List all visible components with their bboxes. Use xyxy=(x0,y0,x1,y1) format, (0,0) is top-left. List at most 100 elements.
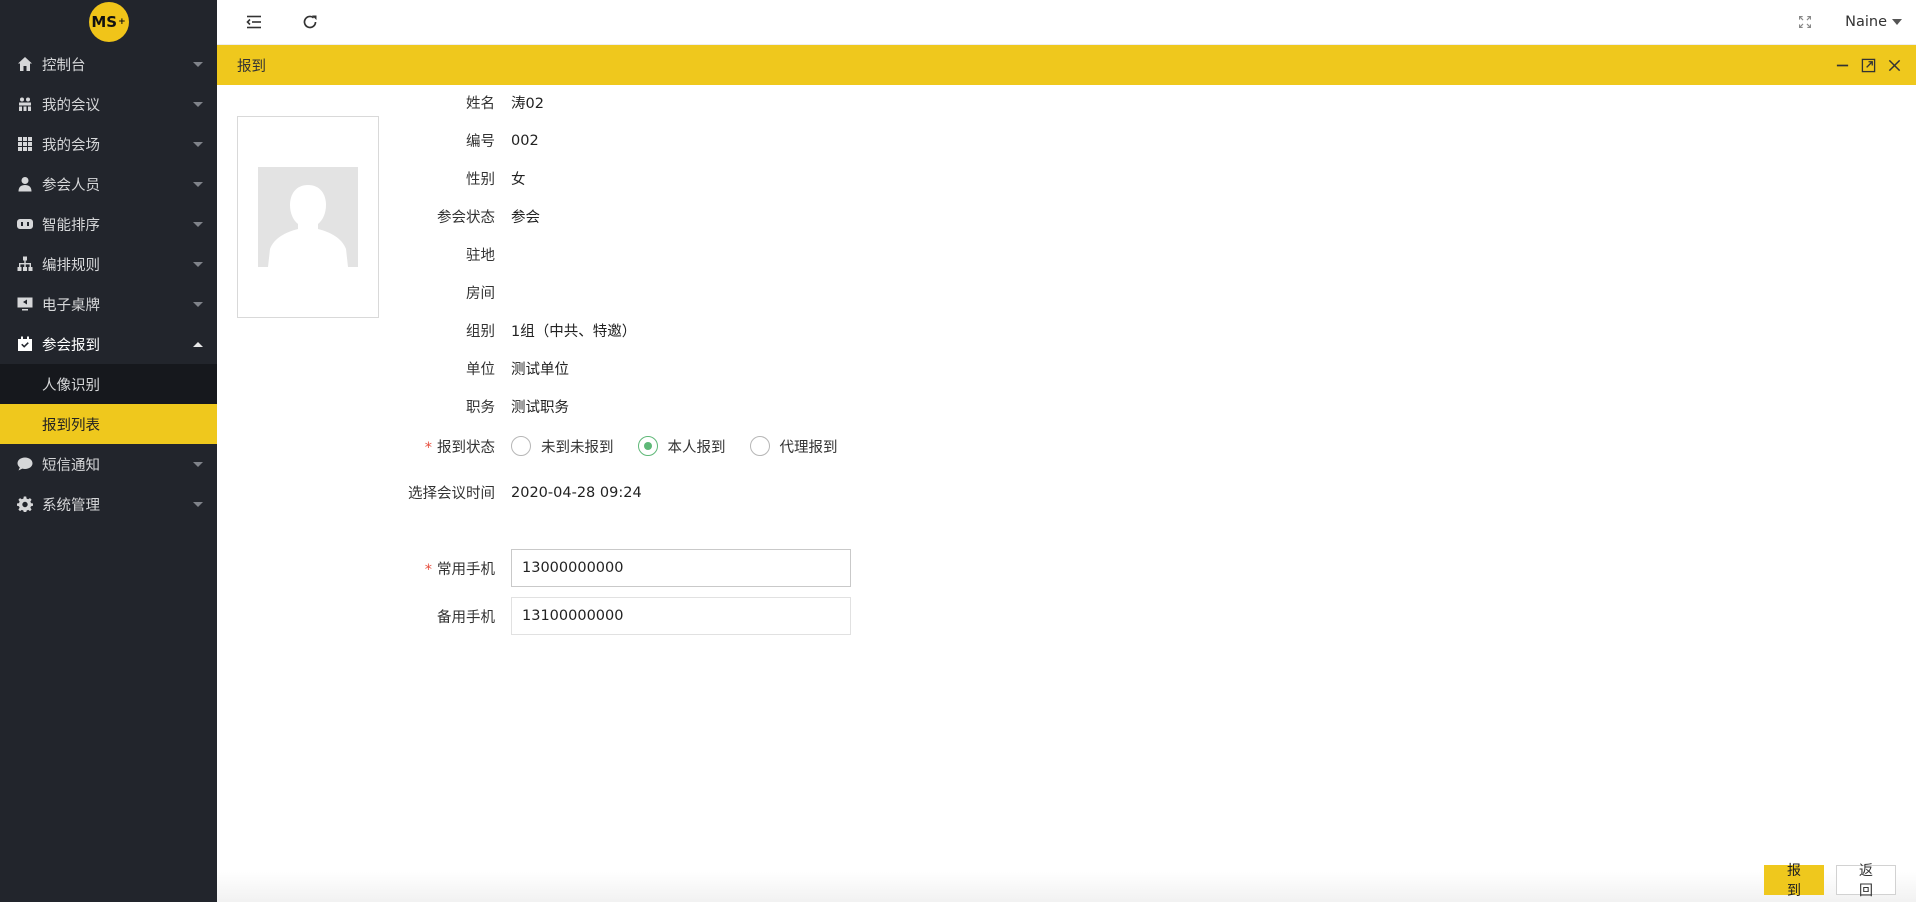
field-name: 姓名 涛02 xyxy=(217,92,1117,113)
field-label: 编号 xyxy=(466,134,495,150)
sidebar-item-system[interactable]: 系统管理 xyxy=(0,484,217,524)
chevron-down-icon xyxy=(193,501,203,507)
checkin-panel: 报到 姓名 涛02 编号 002 性别 女 参会状态 参会 驻地 房间 组别 1… xyxy=(217,45,1916,902)
robot-icon xyxy=(17,216,33,232)
field-duty: 职务 测试职务 xyxy=(217,396,1117,417)
chevron-down-icon xyxy=(193,101,203,107)
sidebar-menu: 控制台 我的会议 我的会场 参会人员 智能排序 编排规则 电子桌牌 参会报到 人… xyxy=(0,44,217,524)
field-label: 驻地 xyxy=(466,248,495,264)
top-bar: Naine xyxy=(217,0,1916,45)
refresh-icon xyxy=(303,15,317,29)
chevron-down-icon xyxy=(1892,19,1902,25)
field-label: 选择会议时间 xyxy=(408,486,495,502)
sidebar-item-sms[interactable]: 短信通知 xyxy=(0,444,217,484)
panel-header: 报到 xyxy=(217,45,1916,85)
phone-input[interactable] xyxy=(511,549,851,587)
field-value: 涛02 xyxy=(511,96,544,112)
panel-title: 报到 xyxy=(237,58,266,75)
field-value: 测试职务 xyxy=(511,400,569,416)
sidebar: MS + 控制台 我的会议 我的会场 参会人员 智能排序 编排规则 电子桌牌 参… xyxy=(0,0,217,902)
logo-area: MS + xyxy=(0,0,217,44)
fullscreen-button[interactable] xyxy=(1791,8,1819,36)
sidebar-item-checkin[interactable]: 参会报到 xyxy=(0,324,217,364)
sidebar-subitem-face-recognition[interactable]: 人像识别 xyxy=(0,364,217,404)
checkin-radio-group: 未到未报到 本人报到 代理报到 xyxy=(511,436,862,457)
required-mark: * xyxy=(424,561,432,578)
radio-circle xyxy=(637,436,658,456)
sidebar-item-e-nameplate[interactable]: 电子桌牌 xyxy=(0,284,217,324)
field-gender: 性别 女 xyxy=(217,168,1117,189)
sidebar-item-label: 参会报到 xyxy=(42,337,100,354)
sidebar-item-label: 编排规则 xyxy=(42,257,100,274)
radio-proxy-checkin[interactable]: 代理报到 xyxy=(749,436,838,457)
field-group: 组别 1组（中共、特邀） xyxy=(217,320,1117,341)
radio-self-checkin[interactable]: 本人报到 xyxy=(637,436,726,457)
fullscreen-icon xyxy=(1799,16,1812,28)
hierarchy-icon xyxy=(17,256,33,272)
field-label: 单位 xyxy=(466,362,495,378)
sidebar-item-label: 我的会议 xyxy=(42,97,100,114)
field-phone: * 常用手机 xyxy=(217,549,1117,587)
field-label: 职务 xyxy=(466,400,495,416)
field-value: 参会 xyxy=(511,210,540,226)
field-label: 组别 xyxy=(466,324,495,340)
sidebar-item-attendees[interactable]: 参会人员 xyxy=(0,164,217,204)
chevron-down-icon xyxy=(193,221,203,227)
meeting-icon xyxy=(17,96,33,112)
sidebar-subitem-checkin-list[interactable]: 报到列表 xyxy=(0,404,217,444)
user-name: Naine xyxy=(1845,14,1887,30)
checkin-submit-button[interactable]: 报到 xyxy=(1764,863,1824,899)
collapse-menu-button[interactable] xyxy=(240,8,268,36)
required-mark: * xyxy=(424,439,432,456)
field-label: 备用手机 xyxy=(437,609,495,626)
grid-icon xyxy=(17,136,33,152)
sidebar-item-label: 系统管理 xyxy=(42,497,100,514)
menu-fold-icon xyxy=(246,15,261,29)
radio-circle xyxy=(511,436,531,456)
chevron-down-icon xyxy=(193,181,203,187)
field-label: * 报到状态 xyxy=(424,439,495,456)
back-button[interactable]: 返回 xyxy=(1836,863,1896,899)
monitor-icon xyxy=(17,296,33,312)
field-label: 参会状态 xyxy=(437,210,495,226)
sidebar-item-arrange-rules[interactable]: 编排规则 xyxy=(0,244,217,284)
radio-not-arrived[interactable]: 未到未报到 xyxy=(511,436,614,457)
app-logo[interactable]: MS + xyxy=(88,2,129,42)
field-value: 女 xyxy=(511,172,526,188)
field-attend-status: 参会状态 参会 xyxy=(217,206,1117,227)
field-checkin-status: * 报到状态 未到未报到 本人报到 代理报到 xyxy=(217,433,1117,459)
sms-icon xyxy=(17,456,33,472)
maximize-button[interactable] xyxy=(1860,57,1876,73)
close-button[interactable] xyxy=(1886,57,1902,73)
sidebar-item-my-venues[interactable]: 我的会场 xyxy=(0,124,217,164)
chevron-down-icon xyxy=(193,141,203,147)
field-station: 驻地 xyxy=(217,244,1117,265)
sidebar-item-label: 短信通知 xyxy=(42,457,100,474)
window-controls xyxy=(1834,57,1902,73)
sidebar-item-label: 电子桌牌 xyxy=(42,297,100,314)
sidebar-item-label: 智能排序 xyxy=(42,217,100,234)
field-label: 性别 xyxy=(466,172,495,188)
user-menu[interactable]: Naine xyxy=(1845,14,1902,30)
field-label: 姓名 xyxy=(466,96,495,112)
chevron-down-icon xyxy=(193,461,203,467)
sidebar-item-my-meetings[interactable]: 我的会议 xyxy=(0,84,217,124)
sidebar-item-smart-sort[interactable]: 智能排序 xyxy=(0,204,217,244)
chevron-down-icon xyxy=(193,301,203,307)
user-icon xyxy=(17,176,33,192)
backup-phone-input[interactable] xyxy=(511,597,851,635)
field-code: 编号 002 xyxy=(217,130,1117,151)
sidebar-item-label: 控制台 xyxy=(42,57,86,74)
meeting-time-value[interactable]: 2020-04-28 09:24 xyxy=(511,485,642,501)
field-label: * 常用手机 xyxy=(424,561,495,578)
sidebar-item-label: 我的会场 xyxy=(42,137,100,154)
minimize-button[interactable] xyxy=(1834,57,1850,73)
sidebar-item-label: 参会人员 xyxy=(42,177,100,194)
sidebar-item-dashboard[interactable]: 控制台 xyxy=(0,44,217,84)
field-phone2: 备用手机 xyxy=(217,597,1117,635)
refresh-button[interactable] xyxy=(296,8,324,36)
bottom-shade xyxy=(217,872,1916,902)
chevron-down-icon xyxy=(193,261,203,267)
maximize-icon xyxy=(1861,58,1875,72)
field-room: 房间 xyxy=(217,282,1117,303)
